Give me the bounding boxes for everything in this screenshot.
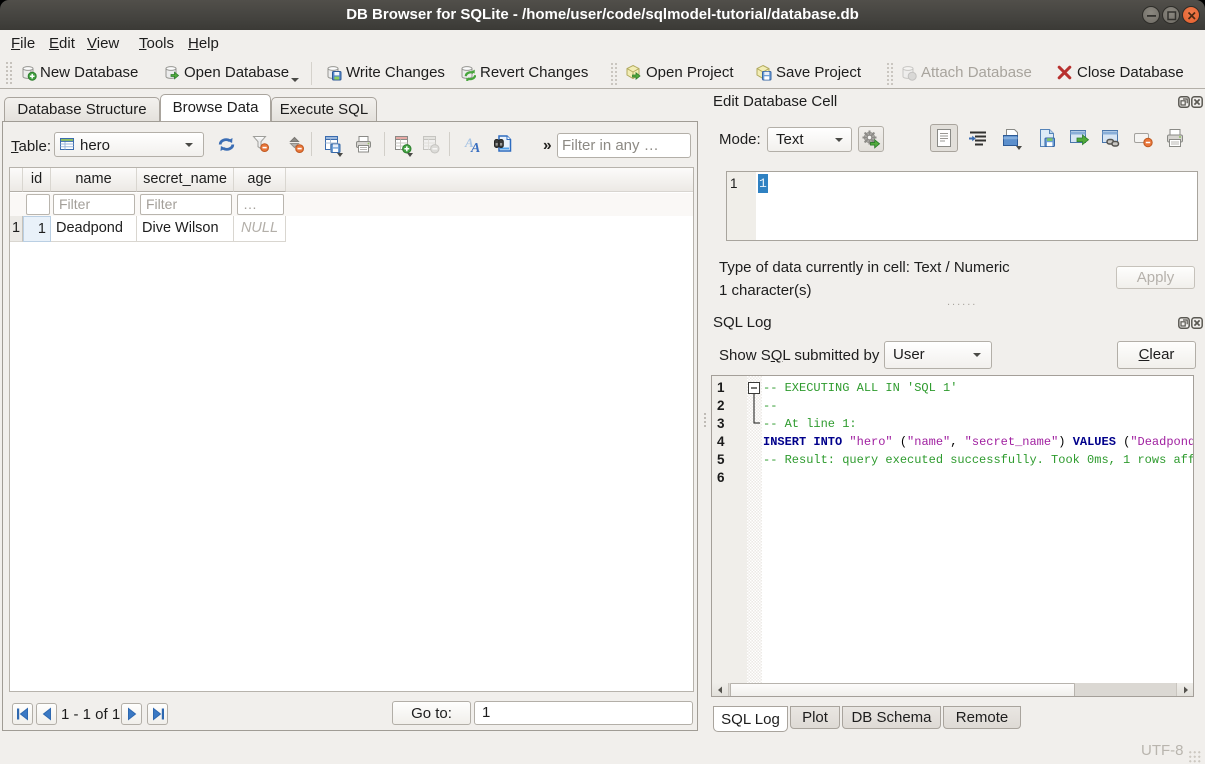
- svg-text:A: A: [470, 141, 480, 154]
